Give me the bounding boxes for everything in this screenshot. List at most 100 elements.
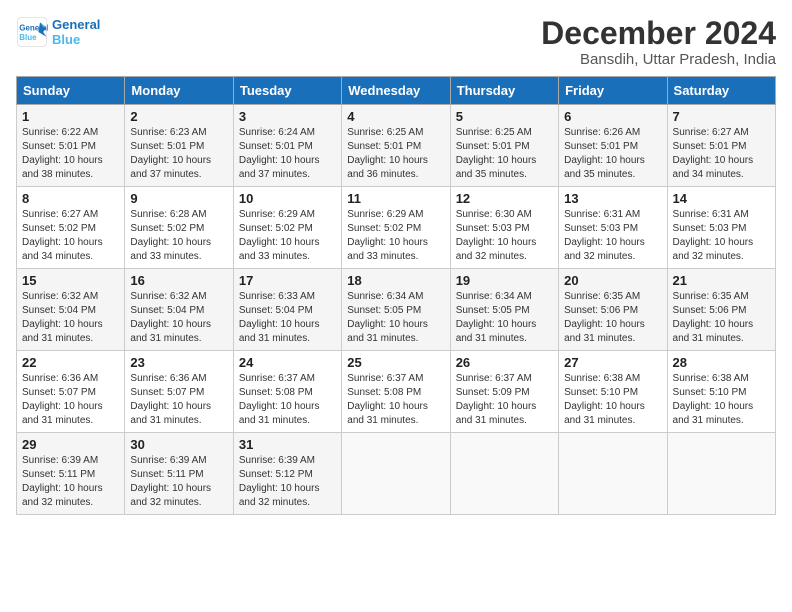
calendar-cell: 24 Sunrise: 6:37 AM Sunset: 5:08 PM Dayli… <box>233 351 341 433</box>
day-detail: Sunrise: 6:39 AM Sunset: 5:11 PM Dayligh… <box>22 454 119 510</box>
day-number: 9 <box>130 191 227 206</box>
calendar-cell: 18Sunrise: 6:34 AM Sunset: 5:05 PM Dayli… <box>342 269 450 351</box>
weekday-header-tuesday: Tuesday <box>233 77 341 105</box>
day-number: 20 <box>564 273 661 288</box>
day-number: 29 <box>22 437 119 452</box>
day-number: 4 <box>347 109 444 124</box>
day-number: 30 <box>130 437 227 452</box>
calendar-cell: 11 Sunrise: 6:29 AM Sunset: 5:02 PM Dayli… <box>342 187 450 269</box>
title-block: December 2024 Bansdih, Uttar Pradesh, In… <box>541 16 776 68</box>
day-detail: Sunrise: 6:34 AM Sunset: 5:05 PM Dayligh… <box>456 290 553 346</box>
day-detail: Sunrise: 6:27 AM Sunset: 5:02 PM Dayligh… <box>22 208 119 264</box>
logo-wordmark: General Blue <box>52 17 100 47</box>
day-detail: Sunrise: 6:27 AM Sunset: 5:01 PM Dayligh… <box>673 126 770 182</box>
calendar-cell: 5Sunrise: 6:25 AM Sunset: 5:01 PM Daylig… <box>450 105 558 187</box>
calendar-cell: 16 Sunrise: 6:32 AM Sunset: 5:04 PM Dayli… <box>125 269 233 351</box>
calendar-cell: 28 Sunrise: 6:38 AM Sunset: 5:10 PM Dayli… <box>667 351 775 433</box>
calendar-cell: 14 Sunrise: 6:31 AM Sunset: 5:03 PM Dayli… <box>667 187 775 269</box>
weekday-header-sunday: Sunday <box>17 77 125 105</box>
day-detail: Sunrise: 6:29 AM Sunset: 5:02 PM Dayligh… <box>347 208 444 264</box>
weekday-header-thursday: Thursday <box>450 77 558 105</box>
day-detail: Sunrise: 6:26 AM Sunset: 5:01 PM Dayligh… <box>564 126 661 182</box>
day-number: 22 <box>22 355 119 370</box>
calendar-cell: 29 Sunrise: 6:39 AM Sunset: 5:11 PM Dayli… <box>17 433 125 515</box>
calendar-cell <box>667 433 775 515</box>
day-number: 27 <box>564 355 661 370</box>
weekday-header-monday: Monday <box>125 77 233 105</box>
calendar-header-row: SundayMondayTuesdayWednesdayThursdayFrid… <box>17 77 776 105</box>
calendar-cell: 30 Sunrise: 6:39 AM Sunset: 5:11 PM Dayli… <box>125 433 233 515</box>
calendar-cell <box>450 433 558 515</box>
calendar-cell: 21Sunrise: 6:35 AM Sunset: 5:06 PM Dayli… <box>667 269 775 351</box>
day-detail: Sunrise: 6:36 AM Sunset: 5:07 PM Dayligh… <box>22 372 119 428</box>
day-number: 8 <box>22 191 119 206</box>
day-number: 15 <box>22 273 119 288</box>
day-detail: Sunrise: 6:35 AM Sunset: 5:06 PM Dayligh… <box>564 290 661 346</box>
calendar-cell: 4 Sunrise: 6:25 AM Sunset: 5:01 PM Daylig… <box>342 105 450 187</box>
day-detail: Sunrise: 6:25 AM Sunset: 5:01 PM Dayligh… <box>456 126 553 182</box>
day-detail: Sunrise: 6:33 AM Sunset: 5:04 PM Dayligh… <box>239 290 336 346</box>
day-number: 17 <box>239 273 336 288</box>
calendar-cell: 12 Sunrise: 6:30 AM Sunset: 5:03 PM Dayli… <box>450 187 558 269</box>
calendar-cell <box>342 433 450 515</box>
day-number: 25 <box>347 355 444 370</box>
logo-icon: General Blue <box>16 16 48 48</box>
day-detail: Sunrise: 6:39 AM Sunset: 5:12 PM Dayligh… <box>239 454 336 510</box>
calendar-cell: 20 Sunrise: 6:35 AM Sunset: 5:06 PM Dayli… <box>559 269 667 351</box>
calendar-subtitle: Bansdih, Uttar Pradesh, India <box>541 51 776 68</box>
day-detail: Sunrise: 6:31 AM Sunset: 5:03 PM Dayligh… <box>673 208 770 264</box>
calendar-cell: 2Sunrise: 6:23 AM Sunset: 5:01 PM Daylig… <box>125 105 233 187</box>
day-detail: Sunrise: 6:36 AM Sunset: 5:07 PM Dayligh… <box>130 372 227 428</box>
day-number: 14 <box>673 191 770 206</box>
day-detail: Sunrise: 6:31 AM Sunset: 5:03 PM Dayligh… <box>564 208 661 264</box>
day-detail: Sunrise: 6:39 AM Sunset: 5:11 PM Dayligh… <box>130 454 227 510</box>
day-detail: Sunrise: 6:37 AM Sunset: 5:08 PM Dayligh… <box>239 372 336 428</box>
day-detail: Sunrise: 6:38 AM Sunset: 5:10 PM Dayligh… <box>673 372 770 428</box>
calendar-cell: 17 Sunrise: 6:33 AM Sunset: 5:04 PM Dayli… <box>233 269 341 351</box>
day-detail: Sunrise: 6:34 AM Sunset: 5:05 PM Dayligh… <box>347 290 444 346</box>
day-number: 12 <box>456 191 553 206</box>
day-detail: Sunrise: 6:32 AM Sunset: 5:04 PM Dayligh… <box>130 290 227 346</box>
day-detail: Sunrise: 6:29 AM Sunset: 5:02 PM Dayligh… <box>239 208 336 264</box>
calendar-week-3: 15 Sunrise: 6:32 AM Sunset: 5:04 PM Dayli… <box>17 269 776 351</box>
logo: General Blue General Blue <box>16 16 100 48</box>
day-detail: Sunrise: 6:25 AM Sunset: 5:01 PM Dayligh… <box>347 126 444 182</box>
day-number: 1 <box>22 109 119 124</box>
day-detail: Sunrise: 6:23 AM Sunset: 5:01 PM Dayligh… <box>130 126 227 182</box>
day-detail: Sunrise: 6:37 AM Sunset: 5:09 PM Dayligh… <box>456 372 553 428</box>
weekday-header-saturday: Saturday <box>667 77 775 105</box>
day-number: 16 <box>130 273 227 288</box>
day-detail: Sunrise: 6:30 AM Sunset: 5:03 PM Dayligh… <box>456 208 553 264</box>
day-detail: Sunrise: 6:35 AM Sunset: 5:06 PM Dayligh… <box>673 290 770 346</box>
calendar-week-5: 29 Sunrise: 6:39 AM Sunset: 5:11 PM Dayli… <box>17 433 776 515</box>
day-number: 28 <box>673 355 770 370</box>
svg-text:Blue: Blue <box>19 33 37 42</box>
calendar-week-4: 22 Sunrise: 6:36 AM Sunset: 5:07 PM Dayli… <box>17 351 776 433</box>
weekday-header-friday: Friday <box>559 77 667 105</box>
day-number: 31 <box>239 437 336 452</box>
day-detail: Sunrise: 6:32 AM Sunset: 5:04 PM Dayligh… <box>22 290 119 346</box>
logo-line1: General <box>52 17 100 32</box>
logo-line2: Blue <box>52 32 100 47</box>
calendar-cell: 13Sunrise: 6:31 AM Sunset: 5:03 PM Dayli… <box>559 187 667 269</box>
day-detail: Sunrise: 6:22 AM Sunset: 5:01 PM Dayligh… <box>22 126 119 182</box>
calendar-cell: 7 Sunrise: 6:27 AM Sunset: 5:01 PM Daylig… <box>667 105 775 187</box>
calendar-cell: 9 Sunrise: 6:28 AM Sunset: 5:02 PM Daylig… <box>125 187 233 269</box>
calendar-cell: 23Sunrise: 6:36 AM Sunset: 5:07 PM Dayli… <box>125 351 233 433</box>
page-header: General Blue General Blue December 2024 … <box>16 16 776 68</box>
calendar-cell: 8 Sunrise: 6:27 AM Sunset: 5:02 PM Daylig… <box>17 187 125 269</box>
calendar-cell: 26 Sunrise: 6:37 AM Sunset: 5:09 PM Dayli… <box>450 351 558 433</box>
day-number: 7 <box>673 109 770 124</box>
day-number: 26 <box>456 355 553 370</box>
day-number: 6 <box>564 109 661 124</box>
day-number: 11 <box>347 191 444 206</box>
calendar-week-2: 8 Sunrise: 6:27 AM Sunset: 5:02 PM Daylig… <box>17 187 776 269</box>
calendar-cell: 1 Sunrise: 6:22 AM Sunset: 5:01 PM Daylig… <box>17 105 125 187</box>
calendar-cell <box>559 433 667 515</box>
day-number: 24 <box>239 355 336 370</box>
weekday-header-wednesday: Wednesday <box>342 77 450 105</box>
day-detail: Sunrise: 6:37 AM Sunset: 5:08 PM Dayligh… <box>347 372 444 428</box>
day-number: 19 <box>456 273 553 288</box>
calendar-cell: 31 Sunrise: 6:39 AM Sunset: 5:12 PM Dayli… <box>233 433 341 515</box>
day-detail: Sunrise: 6:28 AM Sunset: 5:02 PM Dayligh… <box>130 208 227 264</box>
